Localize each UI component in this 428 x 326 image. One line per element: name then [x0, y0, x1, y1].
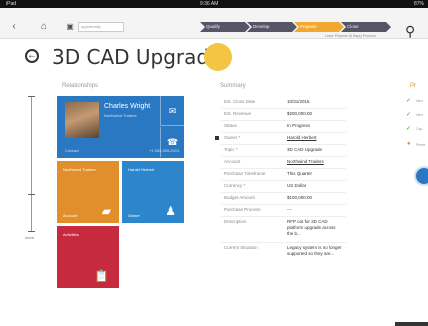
field-value[interactable]: $200,000.00 [287, 111, 312, 116]
record-icon[interactable]: ▣ [64, 21, 76, 33]
field-label: Status [224, 123, 237, 128]
device-label: iPad [6, 1, 17, 7]
field-row[interactable]: Current Situation Legacy system is no lo… [221, 242, 346, 268]
page-title: 3D CAD Upgrade [52, 45, 222, 69]
field-value[interactable]: $100,000.00 [287, 195, 312, 200]
owner-tile-footer: Owner [128, 213, 140, 218]
home-icon[interactable]: ⌂ [38, 21, 50, 33]
field-value[interactable]: In Progress [287, 123, 310, 128]
status-bar: iPad 9:36 AM 87% [0, 0, 428, 8]
contact-tile[interactable]: Charles Wright Northwind Traders Contact… [57, 96, 184, 158]
process-caption: Lead: Propose (5 Days) Process [325, 34, 376, 38]
step-label[interactable]: Iden [416, 99, 423, 103]
back-circle-icon[interactable]: ← [25, 49, 39, 63]
field-label: Budget Amount [224, 195, 255, 200]
back-arrow-icon[interactable]: ‹ [8, 21, 20, 33]
stage-develop[interactable]: Develop [247, 22, 297, 32]
field-label: Topic * [224, 147, 238, 152]
field-label: Account [224, 159, 241, 164]
field-label: Purchase Timeframe [224, 171, 266, 176]
entity-breadcrumb[interactable]: opportunity [78, 22, 124, 32]
account-tile[interactable]: Northwind Traders Account ▰ [57, 161, 119, 223]
step-label[interactable]: Iden [416, 113, 423, 117]
summary-heading: Summary [220, 83, 246, 89]
field-value[interactable]: --- [287, 207, 292, 212]
top-navbar: ‹ ⌂ ▣ opportunity Qualify Develop Propos… [0, 8, 428, 39]
contact-photo [65, 102, 99, 138]
stage-qualify[interactable]: Qualify [200, 22, 250, 32]
field-label: Currency * [224, 183, 246, 188]
email-icon[interactable]: ✉ [160, 96, 184, 126]
field-label: Description [224, 219, 247, 224]
account-tile-footer: Account [63, 213, 78, 218]
required-marker [215, 136, 219, 140]
business-process-bar[interactable]: Qualify Develop Propose Close [200, 22, 391, 32]
description-value[interactable]: RFP out for 3D CAD platform upgrade acro… [287, 219, 343, 237]
status-indicator [204, 43, 232, 71]
contact-name: Charles Wright [104, 103, 151, 110]
field-label: Purchase Process [224, 207, 261, 212]
battery-level: 87% [413, 1, 424, 7]
contact-role: Contact [65, 148, 79, 153]
field-label: Est. Close Date [224, 99, 256, 104]
zoom-slider-track[interactable] [31, 96, 32, 231]
field-label: Est. Revenue [224, 111, 252, 116]
owner-tile[interactable]: Harold Herbert Owner ♟ [122, 161, 184, 223]
account-tile-label: Northwind Traders [63, 167, 96, 172]
checkmark-icon: ✓ [406, 126, 412, 132]
clock: 9:36 AM [200, 1, 219, 7]
step-label[interactable]: Prese [416, 143, 425, 147]
field-value[interactable]: US Dollar [287, 183, 306, 188]
process-steps-panel: Pr ✓ Iden ✓ Iden ✓ Cap ● Prese [404, 83, 428, 283]
briefcase-icon: ▰ [101, 204, 111, 218]
situation-value[interactable]: Legacy system is no longer supported so … [287, 245, 343, 257]
field-row[interactable]: Description RFP out for 3D CAD platform … [221, 216, 346, 243]
field-label: Owner * [224, 135, 241, 140]
phone-icon[interactable]: ☎ [160, 127, 184, 157]
contact-company: Northwind Traders [104, 113, 137, 118]
step-label[interactable]: Cap [416, 127, 422, 131]
stage-propose[interactable]: Propose [294, 22, 344, 32]
slider-tick [28, 96, 35, 97]
slider-label: more [25, 235, 35, 240]
clipboard-icon: 📋 [94, 269, 109, 283]
checkmark-icon: ✓ [406, 98, 412, 104]
stage-close[interactable]: Close [341, 22, 391, 32]
field-label: Current Situation [224, 245, 258, 250]
account-link[interactable]: Northwind Traders [287, 159, 324, 164]
checkmark-icon: ✓ [406, 112, 412, 118]
slider-handle[interactable] [28, 194, 35, 195]
owner-tile-label: Harold Herbert [128, 167, 155, 172]
bullet-icon: ● [407, 141, 411, 147]
person-icon: ♟ [165, 204, 176, 218]
next-stage-button[interactable] [414, 166, 428, 186]
owner-link[interactable]: Harold Herbert [287, 135, 317, 140]
bottom-bar [395, 322, 428, 326]
activities-tile-label: Activities [63, 232, 79, 237]
process-steps-title: Pr [410, 83, 416, 89]
search-icon[interactable]: ⚲ [405, 24, 415, 38]
relationships-heading: Relationships [62, 83, 99, 89]
field-value[interactable]: 3D CAD Upgrade [287, 147, 322, 152]
field-value[interactable]: This Quarter [287, 171, 312, 176]
slider-tick [28, 231, 35, 232]
activities-tile[interactable]: Activities 📋 [57, 226, 119, 288]
field-value[interactable]: 10/31/2015 [287, 99, 310, 104]
